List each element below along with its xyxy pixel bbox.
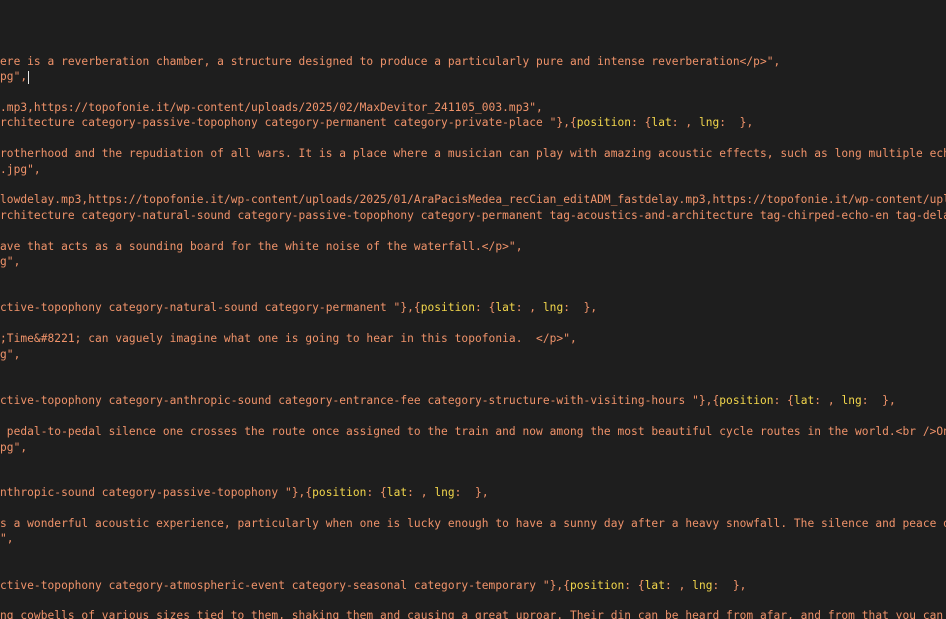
keyword-lat: lat (793, 394, 815, 407)
code-text: : { (631, 116, 652, 129)
code-text: : , (515, 301, 543, 314)
code-text: ctive-topophony category-atmospheric-eve… (0, 579, 570, 592)
code-line: pedal-to-pedal silence one crosses the r… (0, 425, 946, 438)
code-text: : { (475, 301, 496, 314)
code-line-text: pg", (0, 70, 28, 83)
code-line: ctive-topophony category-anthropic-sound… (0, 393, 896, 408)
code-text: : { (624, 579, 645, 592)
code-line: g", (0, 348, 21, 361)
code-text: : , (407, 486, 435, 499)
code-line: s a wonderful acoustic experience, parti… (0, 517, 946, 530)
keyword-lng: lng (542, 301, 564, 314)
code-text: : }, (563, 301, 598, 314)
code-line: ng cowbells of various sizes tied to the… (0, 609, 946, 619)
code-line-with-cursor: pg", (0, 69, 30, 84)
code-line: rchitecture category-natural-sound categ… (0, 209, 946, 222)
code-line: pg", (0, 441, 28, 454)
code-line: .jpg", (0, 163, 41, 176)
code-text: ctive-topophony category-natural-sound c… (0, 301, 421, 314)
keyword-position: position (420, 301, 475, 314)
keyword-lat: lat (651, 116, 672, 129)
code-line: ave that acts as a sounding board for th… (0, 240, 523, 253)
code-line: rotherhood and the repudiation of all wa… (0, 147, 946, 160)
keyword-position: position (719, 394, 774, 407)
keyword-lat: lat (644, 579, 665, 592)
keyword-lng: lng (841, 394, 862, 407)
code-text: rchitecture category-passive-topophony c… (0, 116, 577, 129)
code-text: ctive-topophony category-anthropic-sound… (0, 394, 720, 407)
keyword-position: position (569, 579, 625, 592)
code-line: ", (0, 532, 14, 545)
code-text: : }, (454, 486, 489, 499)
code-line: ere is a reverberation chamber, a struct… (0, 55, 781, 68)
keyword-lng: lng (698, 116, 720, 129)
code-line: ctive-topophony category-natural-sound c… (0, 300, 597, 315)
text-cursor (28, 70, 30, 84)
code-text: : , (665, 579, 693, 592)
keyword-lng: lng (692, 579, 713, 592)
code-editor[interactable]: ere is a reverberation chamber, a struct… (0, 0, 946, 619)
keyword-lat: lat (495, 301, 516, 314)
code-line: ctive-topophony category-atmospheric-eve… (0, 578, 746, 593)
code-text: : , (814, 394, 842, 407)
code-text: : }, (861, 394, 896, 407)
code-text: : }, (719, 116, 754, 129)
code-line: ;Time&#8221; can vaguely imagine what on… (0, 332, 577, 345)
code-text: : { (366, 486, 387, 499)
code-line: lowdelay.mp3,https://topofonie.it/wp-con… (0, 193, 946, 206)
code-line: nthropic-sound category-passive-topophon… (0, 485, 489, 500)
keyword-position: position (312, 486, 367, 499)
keyword-lat: lat (386, 486, 408, 499)
code-text: : { (773, 394, 794, 407)
code-line: .mp3,https://topofonie.it/wp-content/upl… (0, 101, 543, 114)
code-text: : , (671, 116, 699, 129)
keyword-position: position (576, 116, 632, 129)
code-text: : }, (712, 579, 747, 592)
code-text: nthropic-sound category-passive-topophon… (0, 486, 313, 499)
code-line: g", (0, 255, 21, 268)
keyword-lng: lng (434, 486, 455, 499)
code-line: rchitecture category-passive-topophony c… (0, 115, 753, 130)
